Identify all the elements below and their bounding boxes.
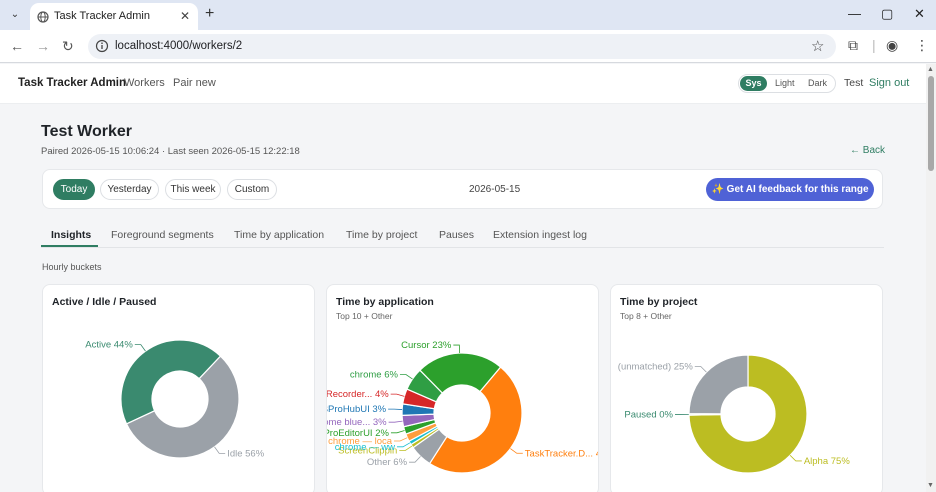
slice-label-paused-0: Paused 0%	[624, 409, 673, 420]
url-text: localhost:4000/workers/2	[115, 40, 243, 52]
card-title: Time by application	[336, 296, 434, 308]
theme-sys-button[interactable]: Sys	[740, 76, 767, 91]
page-title: Test Worker	[41, 123, 132, 140]
back-arrow-icon[interactable]: ←	[10, 38, 24, 54]
tab-foreground-segments[interactable]: Foreground segments	[111, 229, 214, 241]
slice-unmatched-25[interactable]	[688, 354, 749, 415]
slice-label-idle-56: Idle 56%	[227, 448, 265, 459]
range-yesterday-button[interactable]: Yesterday	[100, 179, 159, 200]
leader-line-alpha-75	[789, 455, 802, 462]
hourly-buckets-label: Hourly buckets	[42, 262, 102, 272]
leader-line-tasktracker-d-47	[510, 448, 523, 454]
slice-label-tasktracker-d-47: TaskTracker.D... 47%	[525, 448, 599, 459]
slice-label-other-6: Other 6%	[367, 457, 408, 468]
toolbar-divider: |	[872, 37, 876, 53]
slice-label-unmatched-25: (unmatched) 25%	[618, 361, 694, 372]
menu-kebab-icon[interactable]: ⋮	[915, 37, 929, 54]
insights-tabs: Insights Foreground segments Time by app…	[41, 225, 884, 248]
range-custom-button[interactable]: Custom	[227, 179, 277, 200]
maximize-icon[interactable]: ▢	[881, 6, 893, 22]
card-active-idle-paused: Active 44% Idle 56% Active / Idle / Pause…	[42, 284, 315, 492]
page-scrollbar[interactable]: ▲ ▼	[926, 64, 936, 492]
forward-arrow-icon[interactable]: →	[36, 38, 50, 54]
ai-feedback-button[interactable]: ✨ Get AI feedback for this range	[706, 178, 874, 201]
extensions-icon[interactable]: ⧉	[848, 37, 858, 54]
slice-label-cursor-23: Cursor 23%	[401, 340, 452, 351]
slice-label-active-44: Active 44%	[85, 340, 133, 351]
leader-line-idle-56	[214, 446, 226, 454]
current-user: Test	[844, 77, 864, 89]
tab-time-by-application[interactable]: Time by application	[234, 229, 324, 241]
chart-active-idle: Active 44% Idle 56%	[85, 339, 265, 459]
leader-line-chrome-ww	[396, 442, 411, 448]
active-tab-indicator	[41, 245, 98, 247]
minimize-icon[interactable]: —	[848, 6, 861, 21]
browser-toolbar: ← → ↻ localhost:4000/workers/2 ☆ ⧉ | ◉ ⋮	[0, 30, 936, 63]
slice-label-fbprohubui-3: FBProHubUI 3%	[327, 404, 387, 415]
scroll-down-icon[interactable]: ▼	[927, 482, 934, 489]
theme-dark-button[interactable]: Dark	[808, 78, 827, 88]
card-subtitle: Top 8 + Other	[620, 311, 672, 321]
tab-pauses[interactable]: Pauses	[439, 229, 474, 241]
nav-workers[interactable]: Workers	[124, 77, 165, 89]
slice-label-chrome-6: chrome 6%	[350, 369, 399, 380]
worker-subtitle: Paired 2026-05-15 10:06:24 · Last seen 2…	[41, 146, 300, 157]
slice-label-alpha-75: Alpha 75%	[804, 456, 851, 467]
window-close-icon[interactable]: ✕	[914, 6, 925, 22]
reload-icon[interactable]: ↻	[62, 38, 74, 55]
leader-line-fbproeditorui-2	[390, 430, 405, 434]
profile-icon[interactable]: ◉	[886, 37, 898, 54]
leader-line-cursor-23	[453, 344, 461, 354]
leader-line-unmatched-25	[694, 366, 707, 373]
browser-tabstrip: ⌄ Task Tracker Admin ✕ + — ▢ ✕	[0, 0, 936, 30]
site-info-icon[interactable]	[95, 39, 109, 53]
leader-line-chrome-6	[399, 374, 413, 380]
range-today-button[interactable]: Today	[53, 179, 95, 200]
leader-line-chrome-loca	[394, 437, 408, 442]
bookmark-star-icon[interactable]: ☆	[811, 37, 824, 55]
theme-toggle: Sys Light Dark	[738, 74, 836, 93]
leader-line-active-44	[134, 344, 146, 352]
tab-search-icon[interactable]: ⌄	[5, 6, 25, 24]
leader-line-chrome-blue-3	[388, 420, 403, 423]
slice-label-fbproeditorui-2: FBProEditorUI 2%	[327, 428, 389, 439]
slice-label-fbprorecorder-4: FBProRecorder... 4%	[327, 389, 389, 400]
browser-tab[interactable]: Task Tracker Admin ✕	[30, 3, 198, 30]
address-bar[interactable]: localhost:4000/workers/2 ☆	[88, 34, 836, 59]
card-time-by-application: TaskTracker.D... 47%Other 6%ScreenClippi…	[326, 284, 599, 492]
brand-title[interactable]: Task Tracker Admin	[18, 77, 126, 89]
back-link[interactable]: ← Back	[850, 145, 885, 156]
leader-line-fbprorecorder-4	[390, 393, 405, 397]
tab-insights[interactable]: Insights	[51, 229, 91, 241]
range-this-week-button[interactable]: This week	[165, 179, 221, 200]
card-subtitle: Top 10 + Other	[336, 311, 393, 321]
card-title: Active / Idle / Paused	[52, 296, 157, 308]
range-selector: Today Yesterday This week Custom 2026-05…	[42, 169, 883, 209]
tab-time-by-project[interactable]: Time by project	[346, 229, 417, 241]
sign-out-link[interactable]: Sign out	[869, 77, 909, 89]
globe-icon	[37, 11, 49, 23]
theme-light-button[interactable]: Light	[775, 78, 795, 88]
app-header: Task Tracker Admin Workers Pair new Sys …	[0, 64, 926, 104]
range-date: 2026-05-15	[469, 184, 521, 195]
tab-extension-ingest-log[interactable]: Extension ingest log	[493, 229, 587, 241]
tab-title: Task Tracker Admin	[54, 10, 150, 22]
scroll-up-icon[interactable]: ▲	[927, 66, 934, 73]
card-title: Time by project	[620, 296, 698, 308]
nav-pair-new[interactable]: Pair new	[173, 77, 216, 89]
slice-label-chrome-blue-3: chrome blue... 3%	[327, 417, 387, 428]
card-time-by-project: Alpha 75% Paused 0% (unmatched) 25% Time b…	[610, 284, 883, 492]
new-tab-icon[interactable]: +	[205, 5, 214, 23]
close-tab-icon[interactable]: ✕	[180, 9, 190, 23]
leader-line-other-6	[409, 456, 421, 463]
scrollbar-thumb[interactable]	[928, 76, 934, 171]
